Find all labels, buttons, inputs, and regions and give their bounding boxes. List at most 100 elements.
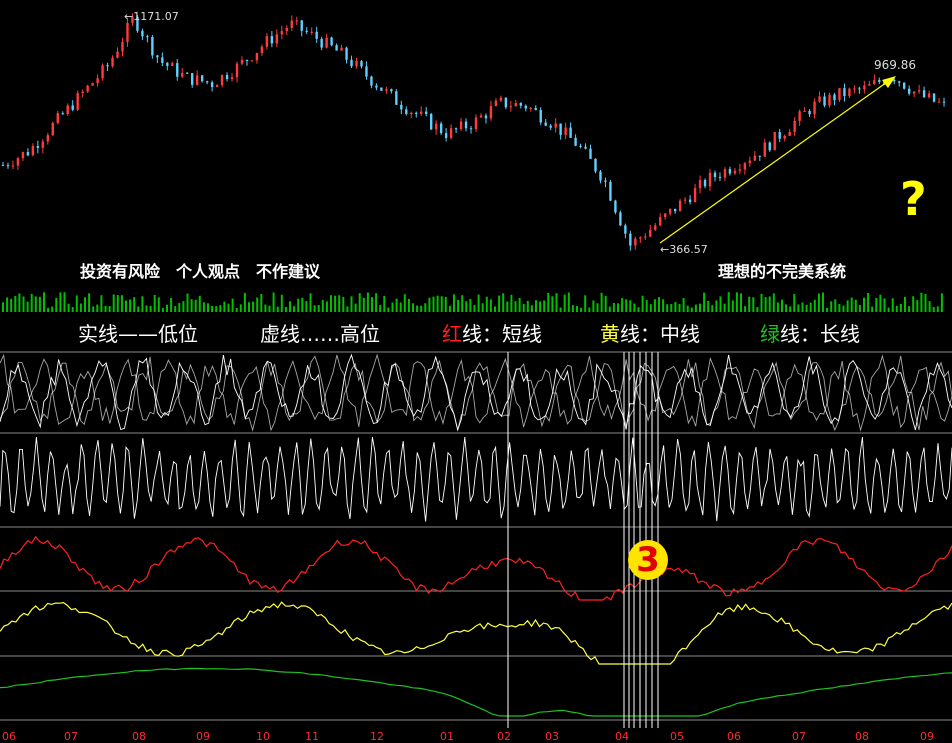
candle-body [798, 111, 801, 121]
volume-bar [629, 300, 632, 312]
volume-bar [379, 305, 382, 312]
volume-bar [350, 296, 353, 312]
volume-bar [924, 293, 927, 312]
volume-bar [190, 299, 193, 312]
candle-body [275, 34, 279, 44]
volume-bar [477, 294, 480, 312]
volume-bar [219, 305, 222, 312]
oscillator-line [0, 436, 952, 522]
x-tick-label: 10 [256, 730, 270, 743]
candle-body [166, 62, 169, 66]
candle-body [693, 188, 697, 203]
question-mark-icon: ? [900, 172, 927, 226]
volume-bar [436, 295, 439, 312]
volume-bar [321, 299, 324, 312]
volume-bar [653, 299, 656, 312]
candle-body [599, 171, 602, 181]
volume-bar [166, 304, 168, 312]
volume-bar [305, 301, 308, 312]
volume-bar [510, 294, 513, 312]
candle-body [649, 229, 652, 237]
volume-bar [781, 299, 783, 312]
legend-green-prefix: 绿 [760, 322, 780, 346]
candle-body [195, 75, 199, 85]
volume-bar [67, 303, 70, 312]
candle-body [305, 30, 308, 32]
volume-bar [908, 306, 911, 312]
volume-bar [34, 296, 37, 312]
candle-body [932, 93, 936, 102]
candle-body [569, 127, 572, 138]
volume-bar [63, 292, 66, 312]
candle-body [116, 51, 119, 58]
volume-bar [174, 306, 177, 312]
candle-body [544, 122, 547, 126]
candle-body [783, 135, 786, 139]
volume-bar [863, 297, 865, 312]
volume-bar [928, 301, 931, 312]
volume-bar [514, 301, 517, 312]
volume-bar [22, 296, 25, 312]
volume-bar [260, 294, 263, 312]
volume-bar [170, 298, 173, 312]
disclaimer-text: 投资有风险 个人观点 不作建议 [80, 262, 321, 281]
volume-bar [604, 295, 607, 312]
volume-bar [846, 300, 849, 312]
volume-bar [26, 301, 29, 312]
candle-body [141, 30, 144, 37]
candle-body [36, 146, 40, 148]
volume-bar [912, 296, 915, 312]
volume-bar [494, 306, 496, 312]
volume-bar [330, 295, 332, 312]
volume-bar [88, 293, 91, 312]
candle-body [494, 100, 498, 106]
volume-bar [395, 298, 398, 312]
candle-body [499, 97, 503, 101]
volume-bar [694, 304, 697, 312]
volume-bar [891, 298, 894, 312]
candle-body [594, 158, 597, 172]
legend-green: 绿线：长线 [760, 318, 860, 347]
volume-bar [785, 304, 788, 312]
candle-body [664, 213, 667, 218]
candle-body [76, 93, 79, 110]
volume-bar [842, 305, 845, 312]
candle-body [215, 85, 219, 88]
candle-body [235, 63, 239, 78]
candle-body [439, 123, 443, 134]
x-tick-label: 06 [727, 730, 741, 743]
candle-body [156, 55, 159, 58]
volume-bar [895, 305, 898, 312]
price-low-label: ←366.57 [660, 243, 708, 256]
candle-body [922, 90, 926, 98]
legend-solid: 实线——低位 [78, 322, 198, 346]
candle-body [280, 31, 284, 35]
candle-body [893, 79, 896, 82]
candle-body [853, 88, 856, 90]
candle-body [250, 60, 254, 62]
candle-body [858, 88, 861, 90]
candle-body [753, 155, 757, 161]
volume-bar [481, 303, 484, 312]
candle-body [504, 97, 508, 108]
volume-bar [768, 296, 771, 312]
volume-bar [100, 295, 103, 312]
candle-body [41, 141, 45, 148]
x-tick-label: 08 [132, 730, 146, 743]
x-tick-label: 12 [370, 730, 384, 743]
candle-body [225, 75, 229, 80]
volume-bar [883, 298, 886, 312]
candle-body [574, 137, 577, 146]
volume-bar [772, 293, 775, 312]
volume-bar [813, 299, 816, 312]
volume-bar [936, 306, 939, 312]
candle-body [848, 88, 851, 97]
candle-body [614, 200, 617, 213]
volume-bar [731, 300, 734, 312]
trend-arrow [659, 76, 896, 244]
candle-body [56, 113, 59, 123]
volume-bar [399, 302, 402, 312]
volume-bar [875, 297, 878, 312]
volume-bar [793, 294, 796, 312]
volume-bar [391, 302, 394, 312]
